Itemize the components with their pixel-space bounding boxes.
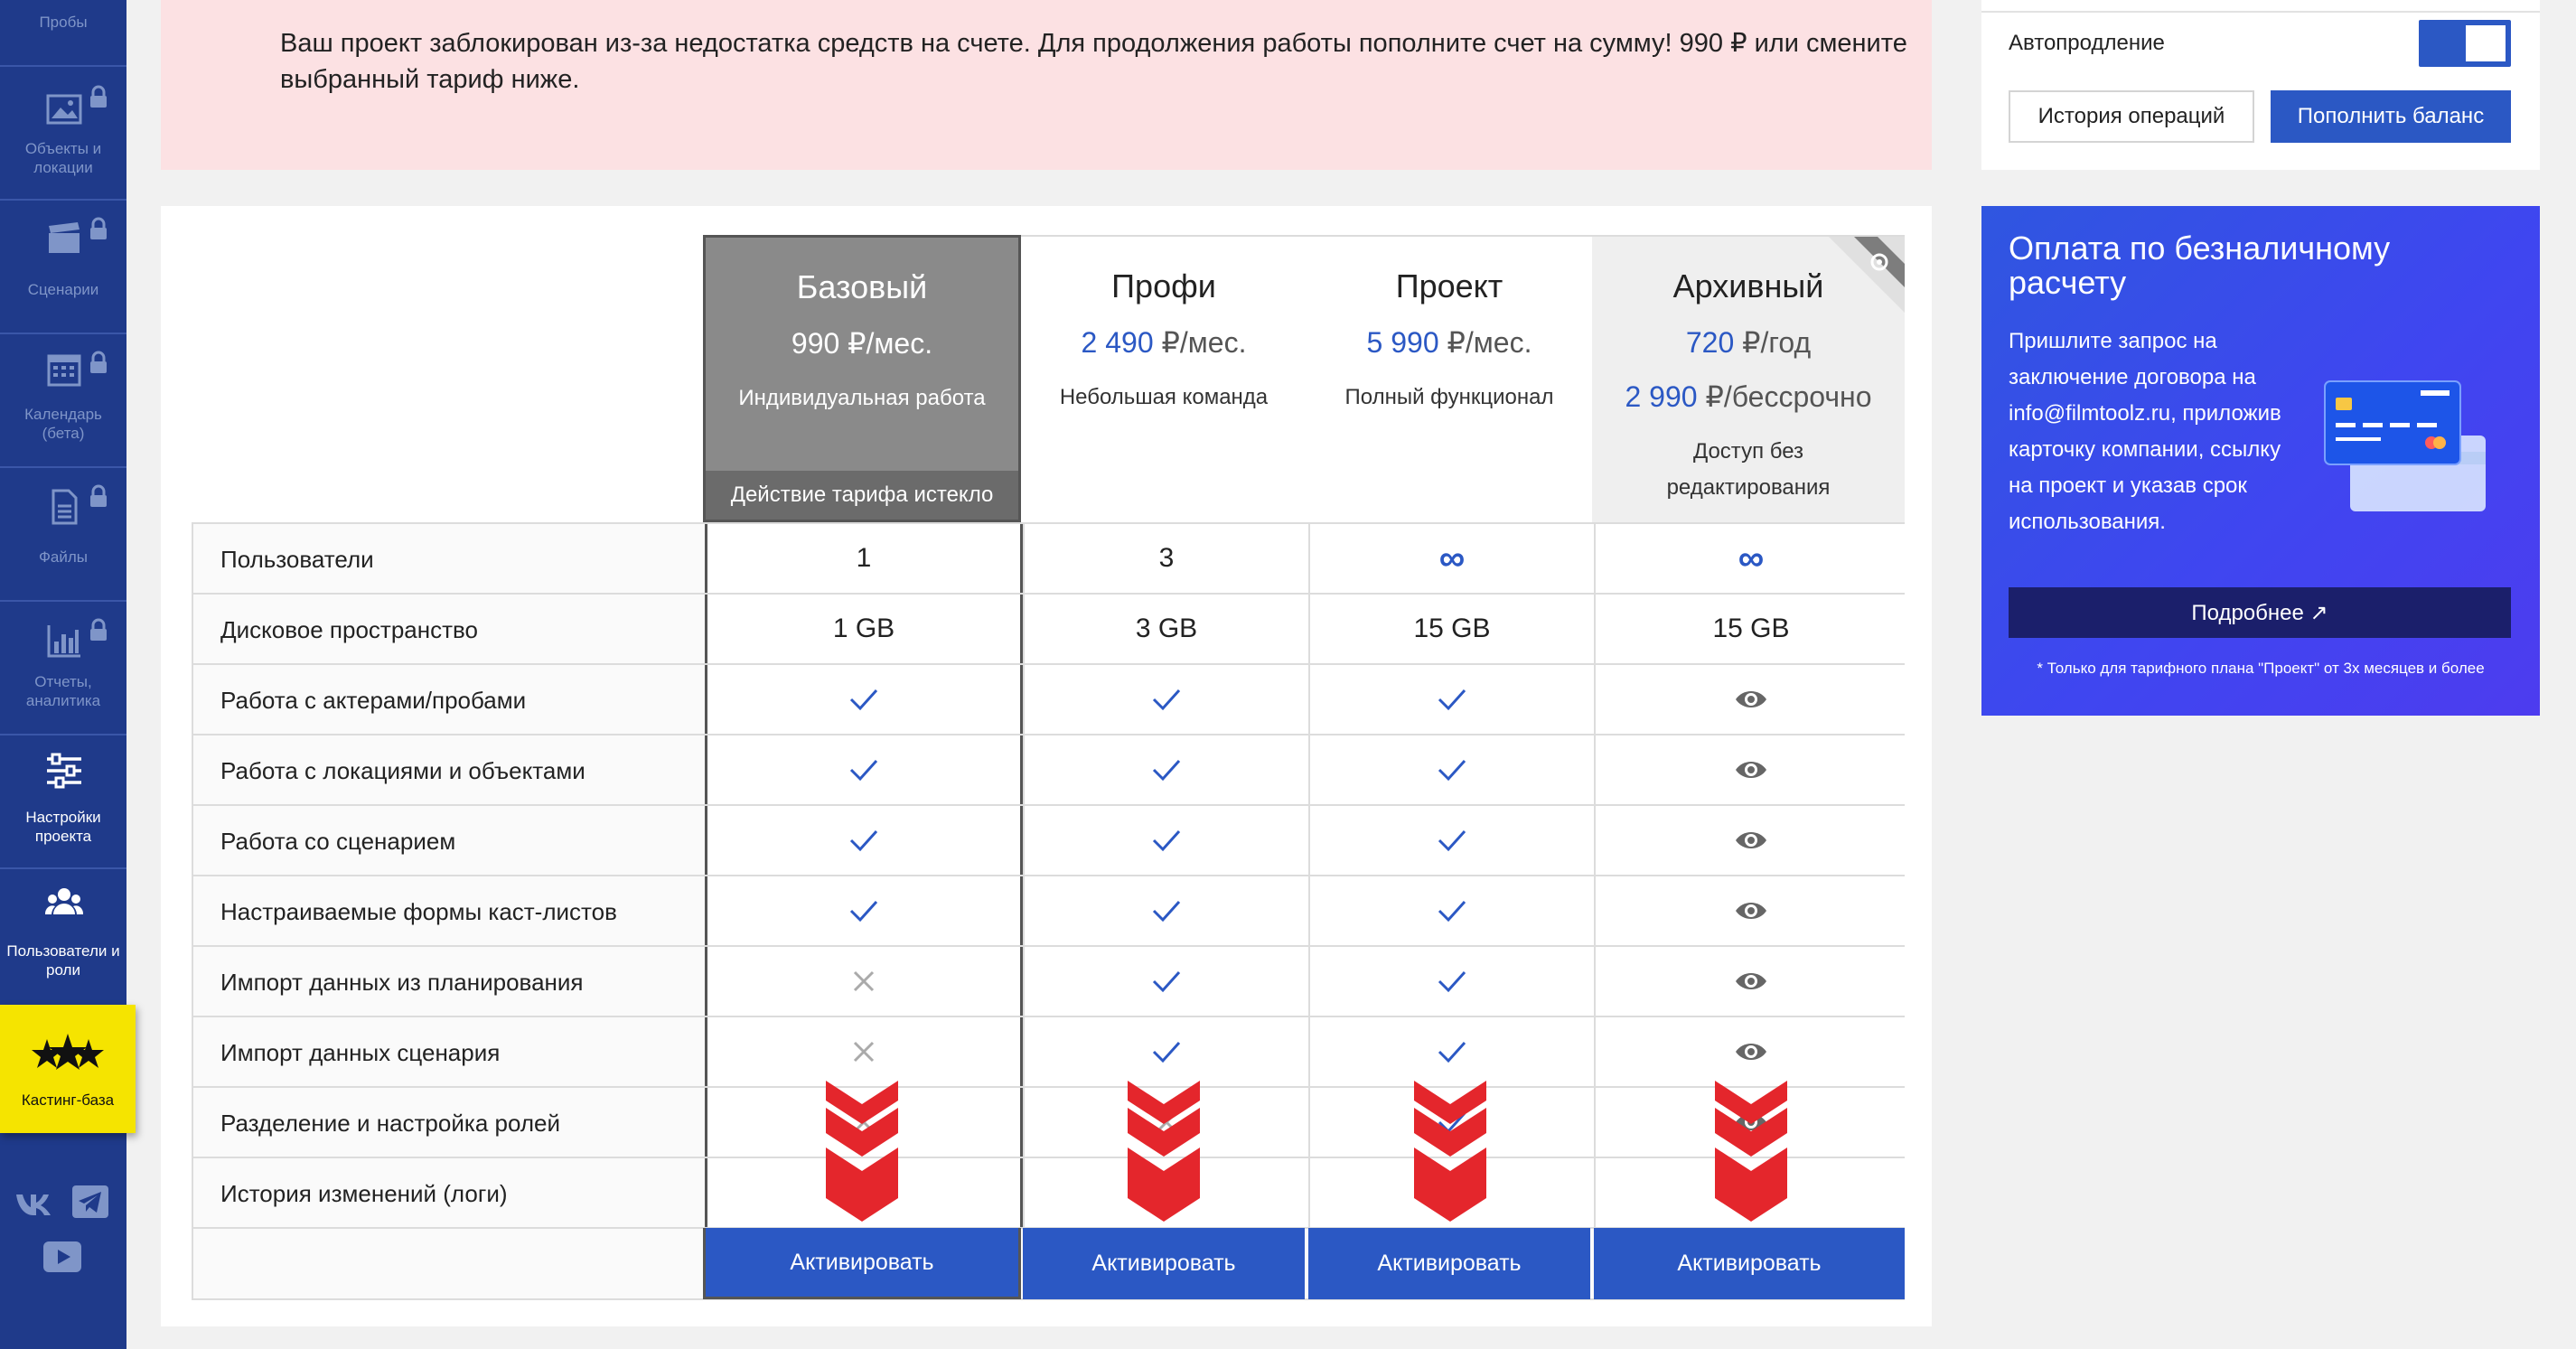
youtube-icon[interactable] <box>42 1240 83 1274</box>
sidebar-item-label: Файлы <box>38 548 88 566</box>
promo-title: Оплата по безналичному расчету <box>2009 230 2391 301</box>
bar-chart-icon <box>47 625 80 658</box>
sidebar-item-calendar[interactable]: Календарь (бета) <box>0 334 126 468</box>
telegram-icon[interactable] <box>70 1184 110 1220</box>
promo-more-button[interactable]: Подробнее ↗ <box>2009 587 2511 638</box>
alert-text: Ваш проект заблокирован из-за недостатка… <box>280 29 1907 94</box>
history-button[interactable]: История операций <box>2009 90 2254 143</box>
sidebar-item-label: Отчеты, аналитика <box>25 673 101 709</box>
users-icon <box>45 888 83 914</box>
lock-icon <box>90 217 107 239</box>
sidebar-item-scripts[interactable]: Сценарии <box>0 201 126 334</box>
sidebar-item-label: Настройки проекта <box>25 809 101 845</box>
history-button-label: История операций <box>2037 104 2225 128</box>
sidebar-item-reports[interactable]: Отчеты, аналитика <box>0 602 126 735</box>
sidebar-item-label: Кастинг-база <box>21 1091 115 1109</box>
image-icon <box>46 94 82 125</box>
promo-body: Пришлите запрос на заключение договора н… <box>2009 329 2281 534</box>
tariff-panel <box>161 206 1932 1326</box>
sidebar-item-objects[interactable]: Объекты и локации <box>0 67 126 201</box>
cashless-payment-promo: Оплата по безналичному расчету Пришлите … <box>1981 206 2540 716</box>
sidebar: Пробы Объекты и локации Сценарии Календа… <box>0 0 136 1349</box>
lock-icon <box>90 85 107 108</box>
sidebar-item-casting-base[interactable]: Кастинг-база <box>0 1005 136 1133</box>
lock-icon <box>90 618 107 641</box>
sidebar-item-label: Сценарии <box>27 281 99 298</box>
sidebar-item-label: Пользователи и роли <box>6 942 120 979</box>
vk-icon[interactable] <box>14 1184 54 1220</box>
sidebar-item-probes[interactable]: Пробы <box>0 0 126 67</box>
autorenew-toggle[interactable] <box>2419 20 2511 67</box>
sidebar-item-label: Пробы <box>39 14 88 31</box>
calendar-icon <box>47 354 81 387</box>
account-card: Автопродление История операций Пополнить… <box>1981 0 2540 170</box>
credit-card-icon <box>2324 380 2486 511</box>
autorenew-label: Автопродление <box>2009 31 2165 55</box>
sidebar-item-users[interactable]: Пользователи и роли <box>0 869 126 1005</box>
sidebar-item-project-settings[interactable]: Настройки проекта <box>0 735 126 869</box>
sidebar-item-label: Календарь (бета) <box>24 406 102 442</box>
blocked-alert: Ваш проект заблокирован из-за недостатка… <box>161 0 1932 170</box>
promo-more-label: Подробнее ↗ <box>2191 600 2328 625</box>
topup-button-label: Пополнить баланс <box>2297 104 2485 128</box>
topup-button[interactable]: Пополнить баланс <box>2271 90 2511 143</box>
clapperboard-icon <box>49 222 80 253</box>
sidebar-item-files[interactable]: Файлы <box>0 468 126 602</box>
promo-footnote: * Только для тарифного плана "Проект" от… <box>2037 660 2485 677</box>
lock-icon <box>90 351 107 373</box>
sliders-icon <box>47 753 81 789</box>
stars-icon <box>32 1034 104 1070</box>
file-icon <box>52 489 78 525</box>
toggle-knob <box>2466 25 2506 61</box>
sidebar-item-label: Объекты и локации <box>24 140 102 176</box>
lock-icon <box>90 484 107 507</box>
